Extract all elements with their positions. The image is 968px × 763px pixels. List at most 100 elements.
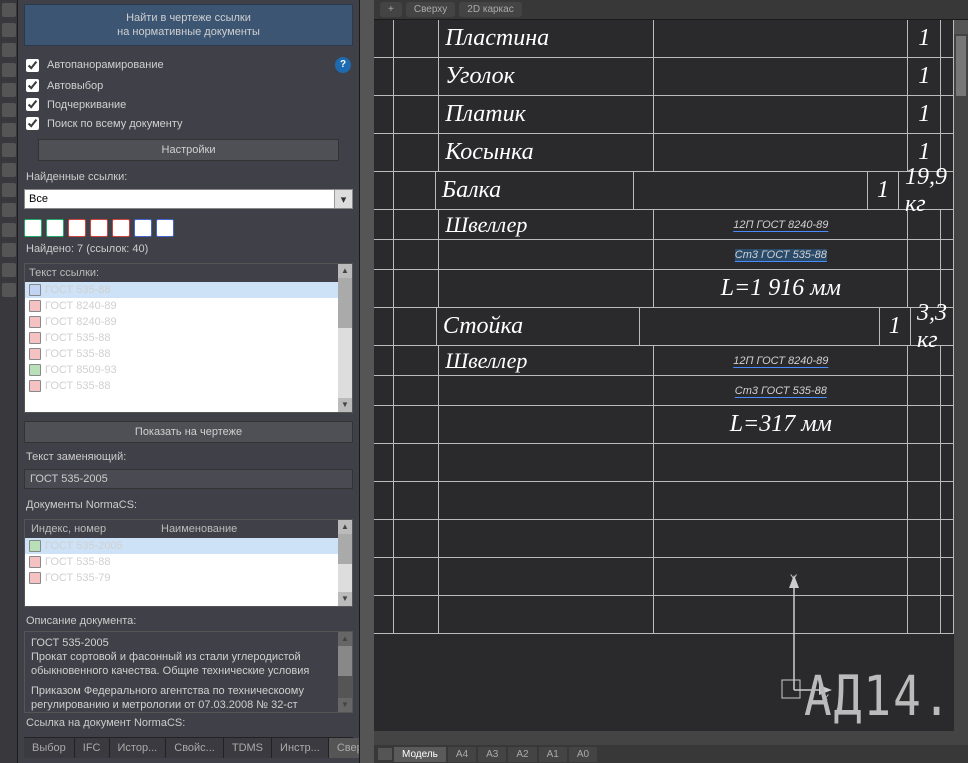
layout-icon[interactable] [378, 748, 392, 760]
action-icon[interactable] [90, 219, 108, 237]
list-item[interactable]: ГОСТ 535-88 [25, 378, 352, 394]
part-name: Пластина [439, 20, 654, 57]
gost-link-selected[interactable]: Ст3 ГОСТ 535-88 [735, 249, 827, 261]
gost-link[interactable]: 12П ГОСТ 8240-89 [733, 219, 828, 231]
tool-icon[interactable] [2, 3, 16, 17]
scrollbar[interactable]: ▲▼ [338, 264, 352, 412]
find-links-button[interactable]: Найти в чертеже ссылки на нормативные до… [24, 4, 353, 46]
links-header: Текст ссылки: [25, 264, 352, 282]
list-item[interactable]: ГОСТ 535-88 [25, 346, 352, 362]
tool-icon[interactable] [2, 123, 16, 137]
shv-label: Швеллер [439, 210, 654, 239]
label-underline: Подчеркивание [47, 99, 126, 111]
qty: 1 [908, 96, 941, 133]
scrollbar[interactable]: ▲▼ [338, 632, 352, 712]
list-item[interactable]: ГОСТ 535-88 [25, 282, 352, 298]
canvas-hscroll[interactable] [374, 731, 968, 745]
view-top[interactable]: Сверху [406, 2, 455, 17]
check-autosel[interactable] [26, 79, 39, 92]
doc-icon [29, 284, 41, 296]
tab-a4[interactable]: А4 [448, 747, 476, 762]
check-autopan[interactable] [26, 59, 39, 72]
action-icon[interactable] [112, 219, 130, 237]
find-links-line1: Найти в чертеже ссылки [29, 11, 348, 25]
replace-input[interactable]: ГОСТ 535-2005 [24, 469, 353, 489]
doc-icon [29, 556, 41, 568]
tool-icon[interactable] [2, 243, 16, 257]
tab-tdms[interactable]: TDMS [224, 738, 272, 758]
tab-a0[interactable]: А0 [569, 747, 597, 762]
tab-ifc[interactable]: IFC [75, 738, 110, 758]
tool-icon[interactable] [2, 183, 16, 197]
filter-select[interactable]: Все ▾ [24, 189, 353, 209]
settings-button[interactable]: Настройки [38, 139, 339, 161]
qty: 1 [880, 308, 911, 345]
tab-check[interactable]: Сверк... [329, 738, 360, 758]
tab-history[interactable]: Истор... [110, 738, 167, 758]
svg-text:Y: Y [790, 573, 798, 585]
normacs-panel: Найти в чертеже ссылки на нормативные до… [18, 0, 360, 763]
tool-icon[interactable] [2, 203, 16, 217]
tool-icon[interactable] [2, 23, 16, 37]
panel-scrollbar[interactable] [360, 0, 374, 763]
tool-icon[interactable] [2, 283, 16, 297]
desc-title: ГОСТ 535-2005 [31, 636, 346, 650]
list-item[interactable]: ГОСТ 8240-89 [25, 314, 352, 330]
filter-value: Все [25, 193, 334, 205]
action-icon[interactable] [24, 219, 42, 237]
check-fullsearch[interactable] [26, 117, 39, 130]
tab-a2[interactable]: А2 [508, 747, 536, 762]
tool-icon[interactable] [2, 63, 16, 77]
tab-model[interactable]: Модель [394, 747, 446, 762]
drawing-canvas: + Сверху 2D каркас Пластина1 Уголок1 Пла… [374, 0, 968, 763]
shv-label: Швеллер [439, 346, 654, 375]
show-on-drawing-button[interactable]: Показать на чертеже [24, 421, 353, 443]
qty: 1 [908, 58, 941, 95]
action-icon[interactable] [134, 219, 152, 237]
list-item[interactable]: ГОСТ 535-88 [25, 554, 352, 570]
desc-text: Прокат сортовой и фасонный из стали угле… [31, 650, 346, 678]
tab-select[interactable]: Выбор [24, 738, 75, 758]
tool-icon[interactable] [2, 263, 16, 277]
list-item[interactable]: ГОСТ 535-88 [25, 330, 352, 346]
drawing-code: АД14.03.01.000 [804, 664, 968, 729]
canvas-vscroll[interactable] [954, 20, 968, 745]
action-icon[interactable] [68, 219, 86, 237]
tab-tools[interactable]: Инстр... [272, 738, 329, 758]
spec-table: Пластина1 Уголок1 Платик1 Косынка1 Балка… [374, 20, 954, 634]
tab-props[interactable]: Свойс... [166, 738, 224, 758]
action-icon[interactable] [46, 219, 64, 237]
help-icon[interactable]: ? [335, 57, 351, 73]
list-item[interactable]: ГОСТ 535-2005 [25, 538, 352, 554]
add-viewport[interactable]: + [380, 2, 402, 17]
tool-icon[interactable] [2, 43, 16, 57]
normacs-link-label: Ссылка на документ NormaCS: [24, 713, 353, 733]
view-wireframe[interactable]: 2D каркас [459, 2, 521, 17]
panel-tabs: Выбор IFC Истор... Свойс... TDMS Инстр..… [24, 737, 353, 758]
mass: 3,3 кг [911, 308, 954, 345]
action-icon[interactable] [156, 219, 174, 237]
list-item[interactable]: ГОСТ 8509-93 [25, 362, 352, 378]
qty: 1 [908, 20, 941, 57]
list-item[interactable]: ГОСТ 8240-89 [25, 298, 352, 314]
col-name: Наименование [155, 520, 243, 538]
gost-link[interactable]: Ст3 ГОСТ 535-88 [735, 385, 827, 397]
check-underline[interactable] [26, 98, 39, 111]
chevron-down-icon[interactable]: ▾ [334, 190, 352, 208]
scrollbar[interactable]: ▲▼ [338, 520, 352, 606]
tab-a3[interactable]: А3 [478, 747, 506, 762]
gost-link[interactable]: 12П ГОСТ 8240-89 [733, 355, 828, 367]
desc-order: Приказом Федерального агентства по техни… [31, 684, 346, 712]
normacs-docs-label: Документы NormaCS: [24, 495, 353, 515]
drawing-area[interactable]: Пластина1 Уголок1 Платик1 Косынка1 Балка… [374, 20, 968, 763]
tool-icon[interactable] [2, 163, 16, 177]
label-autopan: Автопанорамирование [47, 59, 164, 71]
tool-icon[interactable] [2, 103, 16, 117]
tool-icon[interactable] [2, 143, 16, 157]
tab-a1[interactable]: А1 [539, 747, 567, 762]
tool-icon[interactable] [2, 223, 16, 237]
description-box: ГОСТ 535-2005 Прокат сортовой и фасонный… [24, 631, 353, 713]
list-item[interactable]: ГОСТ 535-79 [25, 570, 352, 586]
tool-icon[interactable] [2, 83, 16, 97]
length: L=317 мм [654, 406, 908, 443]
